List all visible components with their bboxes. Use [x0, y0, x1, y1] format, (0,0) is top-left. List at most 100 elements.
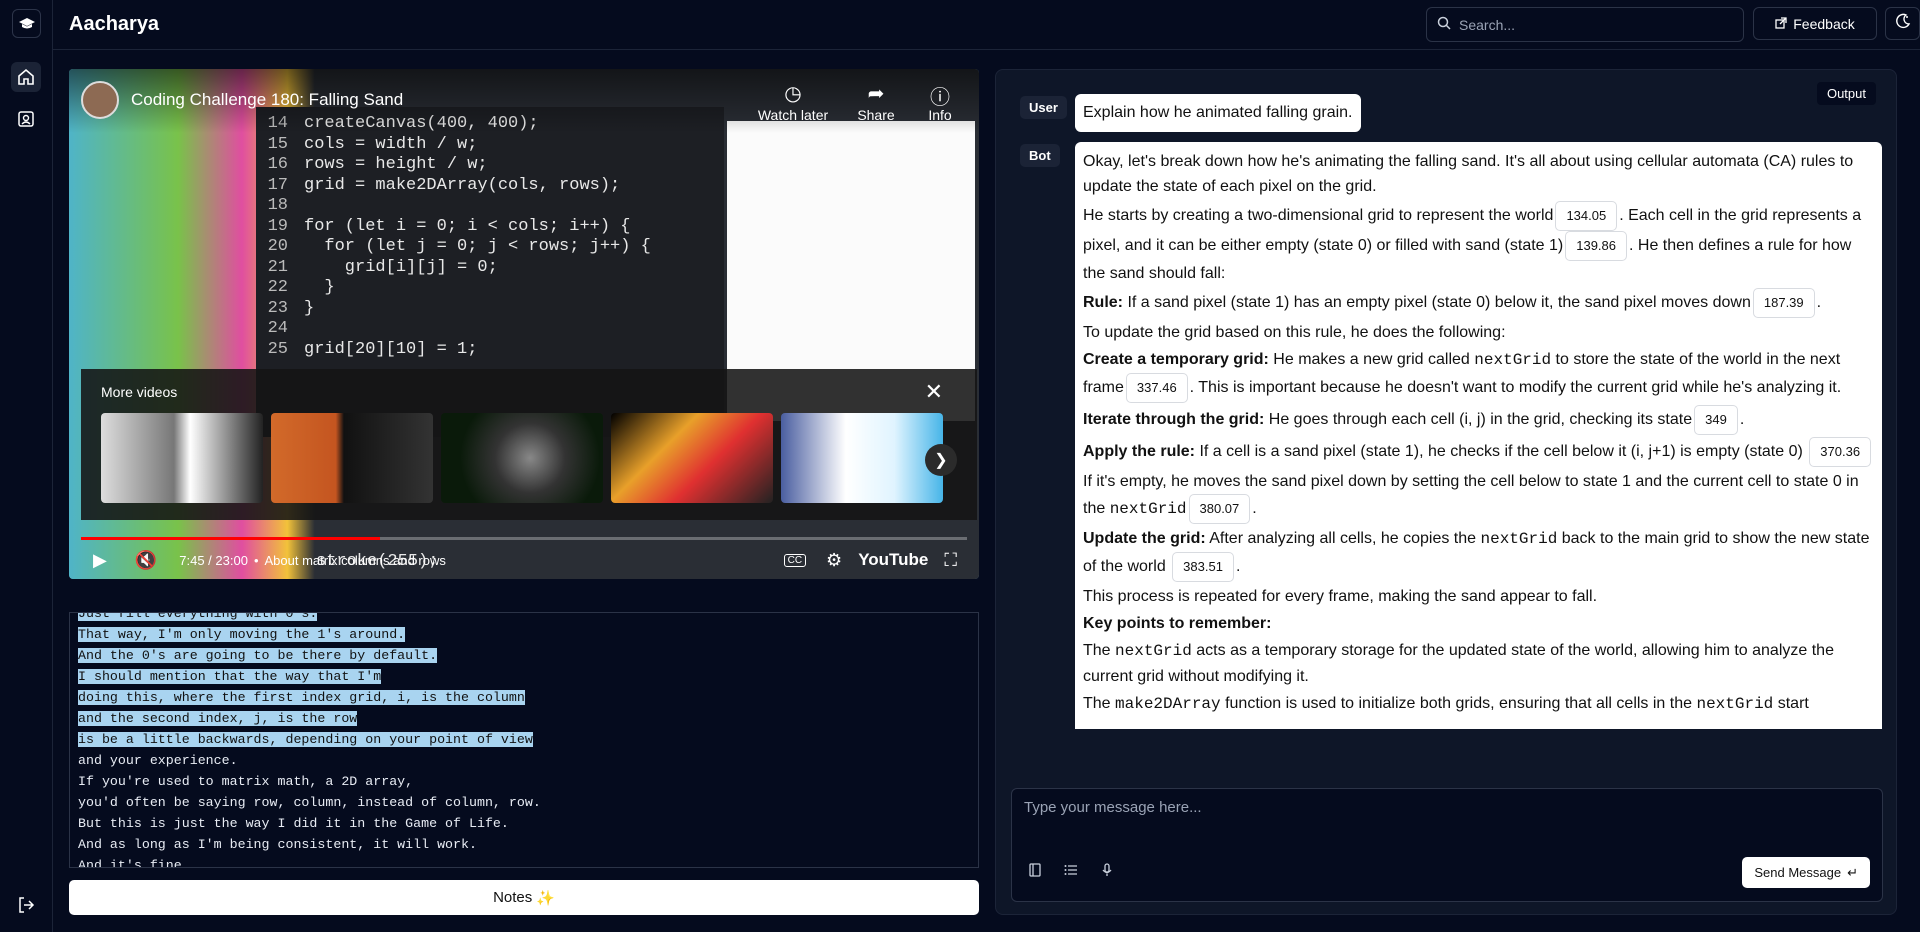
user-role-badge: User	[1020, 96, 1067, 119]
video-progress-bar[interactable]	[81, 537, 967, 540]
notes-label: Notes	[493, 889, 533, 906]
top-bar: Aacharya Feedback	[53, 0, 1920, 50]
bot-paragraph: If it's empty, he moves the sand pixel d…	[1083, 469, 1874, 524]
video-thumbnail[interactable]	[441, 413, 603, 503]
transcript-line[interactable]: you'd often be saying row, column, inste…	[78, 795, 541, 810]
graduation-cap-icon[interactable]	[12, 9, 41, 38]
editor-line-number: 22	[267, 278, 288, 297]
play-icon[interactable]: ▶	[93, 550, 107, 571]
timestamp-chip[interactable]: 337.46	[1125, 373, 1188, 403]
video-top-overlay: Coding Challenge 180: Falling Sand ◷ Wat…	[69, 69, 979, 133]
search-input[interactable]	[1459, 16, 1729, 33]
timestamp-chip[interactable]: 187.39	[1752, 288, 1815, 318]
home-icon[interactable]	[11, 62, 41, 92]
editor-code-line: cols = width / w;	[304, 134, 478, 154]
transcript-line[interactable]: and the second index, j, is the row	[78, 711, 358, 726]
watch-later-button[interactable]: ◷ Watch later	[757, 81, 829, 123]
video-thumbnail[interactable]	[781, 413, 943, 503]
search-box[interactable]	[1426, 7, 1744, 42]
bot-paragraph: Key points to remember:	[1083, 615, 1272, 632]
transcript-line[interactable]: But this is just the way I did it in the…	[78, 816, 509, 831]
output-button[interactable]: Output	[1816, 82, 1876, 105]
bot-paragraph: Iterate through the grid: He goes throug…	[1083, 405, 1874, 435]
timestamp-chip[interactable]: 383.51	[1172, 552, 1234, 582]
video-thumbnail[interactable]	[101, 413, 263, 503]
editor-line-number: 15	[267, 134, 288, 154]
bot-role-badge: Bot	[1020, 144, 1060, 167]
enter-key-icon: ↵	[1847, 864, 1858, 880]
bot-paragraph: Update the grid: After analyzing all cel…	[1083, 526, 1874, 582]
bot-paragraph: The nextGrid acts as a temporary storage…	[1083, 642, 1834, 685]
feedback-button[interactable]: Feedback	[1753, 7, 1877, 40]
transcript-line[interactable]: And it's fine.	[78, 858, 190, 867]
editor-code-line: grid[20][10] = 1;	[304, 339, 478, 359]
separator-dot: •	[253, 552, 259, 568]
transcript-line[interactable]: I should mention that the way that I'm	[78, 669, 382, 684]
theme-icon	[1894, 12, 1912, 35]
editor-code-line: rows = height / w;	[304, 155, 488, 174]
timestamp-chip[interactable]: 370.36	[1809, 437, 1872, 467]
transcript-line[interactable]: And the 0's are going to be there by def…	[78, 648, 438, 663]
timestamp-chip[interactable]: 349	[1694, 405, 1738, 435]
timestamp-chip[interactable]: 134.05	[1555, 201, 1618, 231]
editor-line-number: 23	[267, 298, 288, 318]
transcript-line[interactable]: doing this, where the first index grid, …	[78, 690, 525, 705]
editor-code-line: }	[304, 278, 335, 297]
clock-icon: ◷	[784, 83, 802, 105]
captions-icon[interactable]: CC	[783, 553, 807, 567]
timestamp-chip[interactable]: 380.07	[1188, 494, 1251, 524]
editor-line-number: 18	[267, 196, 288, 215]
editor-line-number: 25	[267, 339, 288, 359]
youtube-logo[interactable]: YouTube	[858, 550, 928, 570]
list-icon[interactable]	[1060, 859, 1082, 881]
theme-toggle-button[interactable]	[1885, 7, 1920, 40]
transcript-panel[interactable]: Just fill everything with 0's. That way, …	[69, 612, 979, 868]
share-button[interactable]: ➦ Share	[840, 81, 912, 123]
info-label: Info	[928, 107, 952, 123]
left-rail	[0, 0, 53, 932]
microphone-icon[interactable]	[1096, 859, 1118, 881]
bot-paragraph: He starts by creating a two-dimensional …	[1083, 201, 1874, 286]
chevron-right-icon[interactable]: ❯	[925, 444, 957, 476]
editor-code-line: }	[304, 298, 315, 318]
video-player[interactable]: 14createCanvas(400, 400);15cols = width …	[69, 69, 979, 579]
video-thumbnail[interactable]	[271, 413, 433, 503]
fullscreen-icon[interactable]: ⛶	[944, 550, 957, 571]
profile-card-icon[interactable]	[11, 104, 41, 134]
transcript-line[interactable]: and your experience.	[78, 753, 238, 768]
transcript-line[interactable]: That way, I'm only moving the 1's around…	[78, 627, 406, 642]
more-videos-label: More videos	[101, 384, 178, 400]
editor-code-line: for (let i = 0; i < cols; i++) {	[304, 216, 631, 236]
bot-paragraph: Okay, let's break down how he's animatin…	[1083, 153, 1854, 195]
video-title[interactable]: Coding Challenge 180: Falling Sand	[131, 90, 403, 110]
share-out-icon	[1775, 16, 1787, 32]
transcript-line[interactable]: Just fill everything with 0's.	[78, 613, 318, 621]
channel-avatar[interactable]	[81, 81, 119, 119]
timestamp-chip[interactable]: 139.86	[1565, 231, 1627, 261]
video-time: 7:45 / 23:00	[179, 552, 248, 568]
video-thumbnail[interactable]	[611, 413, 773, 503]
transcript-line[interactable]: And as long as I'm being consistent, it …	[78, 837, 477, 852]
share-arrow-icon: ➦	[867, 83, 885, 105]
message-input[interactable]	[1024, 799, 1864, 816]
sparkles-icon: ✨	[536, 889, 555, 907]
watch-later-label: Watch later	[757, 107, 829, 123]
info-icon: ⓘ	[930, 87, 950, 109]
search-icon	[1437, 16, 1451, 33]
feedback-label: Feedback	[1793, 15, 1855, 32]
book-icon[interactable]	[1024, 859, 1046, 881]
send-message-button[interactable]: Send Message ↵	[1742, 857, 1870, 888]
mute-icon[interactable]: 🔇	[135, 550, 157, 571]
gear-icon[interactable]: ⚙	[826, 550, 842, 571]
notes-button[interactable]: Notes ✨	[69, 880, 979, 915]
video-progress-fill	[81, 537, 380, 540]
send-message-label: Send Message	[1754, 865, 1842, 880]
bot-paragraph: This process is repeated for every frame…	[1083, 588, 1598, 605]
close-icon[interactable]: ✕	[925, 379, 943, 405]
logout-icon[interactable]	[11, 890, 41, 920]
video-chapter[interactable]: About matrix columns and rows	[265, 553, 446, 568]
info-button[interactable]: ⓘ Info	[904, 81, 976, 123]
share-label: Share	[857, 107, 895, 123]
transcript-line[interactable]: If you're used to matrix math, a 2D arra…	[78, 774, 413, 789]
transcript-line[interactable]: is be a little backwards, depending on y…	[78, 732, 533, 747]
